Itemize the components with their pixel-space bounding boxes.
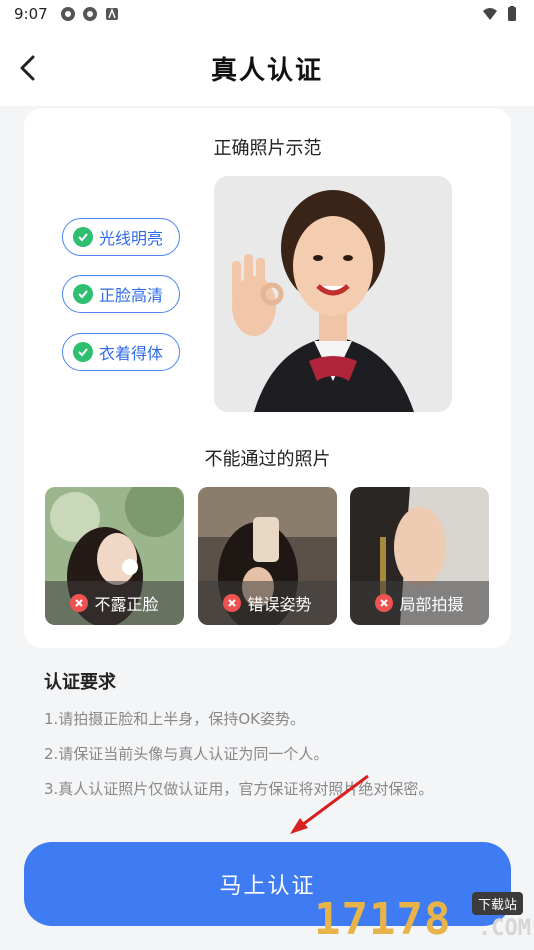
bad-photo-no-face: 不露正脸 <box>45 487 184 625</box>
requirement-item: 2.请保证当前头像与真人认证为同一个人。 <box>44 745 329 763</box>
correct-example-photo <box>214 176 452 412</box>
close-icon <box>70 594 89 612</box>
site-watermark: 17178 下载站 .COM <box>310 888 534 950</box>
close-icon <box>223 594 242 612</box>
chip-label: 光线明亮 <box>99 229 164 248</box>
status-bar: 9:07 <box>0 0 534 28</box>
close-icon <box>375 594 394 612</box>
app-notification-icon <box>82 7 97 21</box>
bad-photo-label: 错误姿势 <box>198 581 337 625</box>
annotation-arrow-icon <box>290 774 369 834</box>
bad-photo-partial-shot: 局部拍摄 <box>350 487 489 625</box>
chip-bright-light: 光线明亮 <box>62 218 180 256</box>
watermark-tag: 下载站 <box>472 892 524 915</box>
bad-photo-wrong-pose: 错误姿势 <box>198 487 337 625</box>
photo-guide-card: 正确照片示范 光线明亮 正脸高清 衣着得体 不能通过的照片 不露正脸 错误姿势 … <box>24 108 511 648</box>
bad-photo-label: 局部拍摄 <box>350 581 489 625</box>
chip-label: 正脸高清 <box>99 286 164 305</box>
a-letter-icon <box>105 7 118 20</box>
battery-icon <box>508 6 516 21</box>
correct-photo-title: 正确照片示范 <box>213 138 322 159</box>
wrong-photo-title: 不能通过的照片 <box>204 449 331 470</box>
wifi-icon <box>483 8 497 20</box>
bad-photo-label: 不露正脸 <box>45 581 184 625</box>
watermark-domain: .COM <box>478 916 531 941</box>
requirements-title: 认证要求 <box>44 672 116 693</box>
header: 真人认证 <box>0 28 534 106</box>
status-notification-icons <box>60 6 120 22</box>
chip-clear-face: 正脸高清 <box>62 275 180 313</box>
requirement-item: 1.请拍摄正脸和上半身，保持OK姿势。 <box>44 710 305 728</box>
check-icon <box>73 284 93 304</box>
page-title: 真人认证 <box>210 56 323 86</box>
status-time: 9:07 <box>14 5 48 23</box>
check-icon <box>73 342 93 362</box>
chip-proper-attire: 衣着得体 <box>62 333 180 371</box>
app-notification-icon <box>60 7 75 21</box>
chip-label: 衣着得体 <box>99 344 164 363</box>
check-icon <box>73 227 93 247</box>
watermark-number: 17178 <box>314 894 452 945</box>
